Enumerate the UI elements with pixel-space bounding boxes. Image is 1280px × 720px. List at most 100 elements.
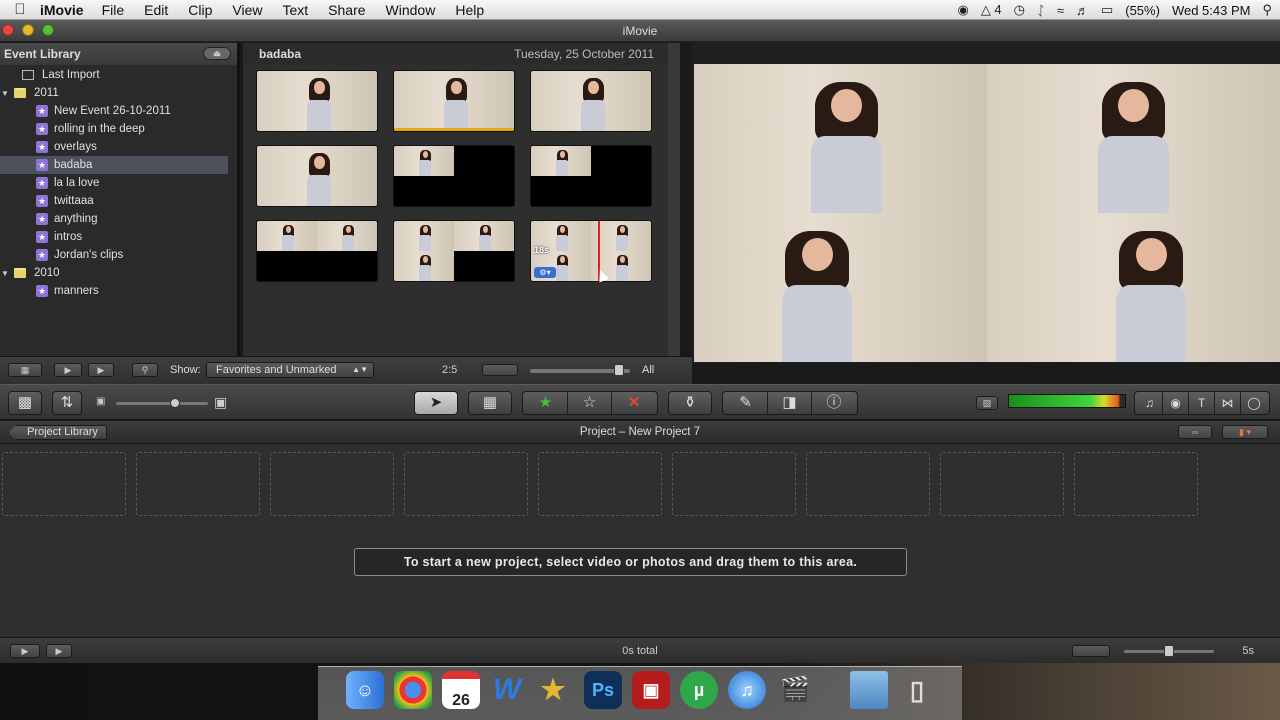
- music-browser-icon[interactable]: ♫: [1137, 392, 1163, 414]
- project-header: Project Library Project – New Project 7 …: [0, 421, 1280, 444]
- apple-menu-icon[interactable]: : [0, 1, 40, 18]
- play-full-screen-button[interactable]: ▶: [54, 363, 82, 377]
- thumbnail-zoom-knob[interactable]: [614, 364, 624, 376]
- clip-thumbnail[interactable]: [530, 145, 652, 207]
- clip-size-knob[interactable]: [170, 398, 180, 408]
- clip-thumbnail[interactable]: [530, 70, 652, 132]
- menu-clock[interactable]: Wed 5:43 PM: [1172, 3, 1251, 18]
- menu-edit[interactable]: Edit: [144, 2, 168, 18]
- thumbnail-duration: 2:5: [442, 364, 458, 376]
- bluetooth-icon[interactable]: ᛇ: [1037, 3, 1045, 18]
- event-item[interactable]: ★ intros: [0, 228, 237, 246]
- thumbnail-size-slider-icon[interactable]: [482, 364, 518, 376]
- event-label: Jordan's clips: [54, 249, 124, 261]
- clip-action-gear-icon[interactable]: ⚙▾: [534, 267, 556, 278]
- calendar-icon[interactable]: 26: [442, 671, 480, 709]
- menu-window[interactable]: Window: [386, 2, 436, 18]
- photoshop-icon[interactable]: Ps: [584, 671, 622, 709]
- year-2011-item[interactable]: ▼ 2011: [0, 84, 237, 102]
- volume-icon[interactable]: ♬: [1076, 3, 1089, 18]
- menu-app-name[interactable]: iMovie: [40, 2, 84, 18]
- event-item[interactable]: ★ la la love: [0, 174, 237, 192]
- waveform-toggle-icon[interactable]: [1072, 645, 1110, 657]
- all-label[interactable]: All: [642, 364, 654, 376]
- crop-icon[interactable]: ◨: [768, 392, 812, 414]
- event-name: badaba: [259, 47, 302, 61]
- clip-thumbnail[interactable]: [393, 220, 515, 282]
- map-browser-icon[interactable]: ◯: [1241, 392, 1267, 414]
- menu-share[interactable]: Share: [328, 2, 365, 18]
- project-zoom-knob[interactable]: [1164, 645, 1174, 657]
- menu-file[interactable]: File: [102, 2, 125, 18]
- event-item[interactable]: ★ rolling in the deep: [0, 120, 237, 138]
- event-item[interactable]: ★ manners: [0, 282, 237, 300]
- project-theme-icon[interactable]: ▮ ▾: [1222, 425, 1268, 439]
- eyedropper-icon[interactable]: ✎: [724, 392, 768, 414]
- event-item[interactable]: ★ twittaaa: [0, 192, 237, 210]
- utorrent-icon[interactable]: µ: [680, 671, 718, 709]
- trash-icon[interactable]: ▯: [898, 671, 936, 709]
- voiceover-icon[interactable]: ▧: [976, 396, 998, 410]
- menu-help[interactable]: Help: [455, 2, 484, 18]
- chrome-icon[interactable]: [394, 671, 432, 709]
- battery-icon[interactable]: ▭: [1101, 2, 1113, 18]
- event-item[interactable]: ★ New Event 26-10-2011: [0, 102, 237, 120]
- clip-thumbnail[interactable]: [393, 145, 515, 207]
- clip-placeholder: [270, 452, 394, 516]
- photo-browser-icon[interactable]: ◉: [1163, 392, 1189, 414]
- show-filter-select[interactable]: Favorites and Unmarked ▲▼: [206, 362, 374, 378]
- select-tool-button[interactable]: ➤: [414, 391, 458, 415]
- show-events-list-button[interactable]: ▦: [8, 363, 42, 377]
- spotlight-search-icon[interactable]: ⚲: [1262, 2, 1272, 18]
- project-view-toggle-icon[interactable]: ▫▫: [1178, 425, 1212, 439]
- clip-thumbnail[interactable]: [256, 220, 378, 282]
- disclosure-triangle-icon[interactable]: ▼: [0, 89, 10, 98]
- imovie-star-icon[interactable]: ★: [534, 671, 572, 709]
- event-item[interactable]: ★ anything: [0, 210, 237, 228]
- last-import-item[interactable]: Last Import: [0, 66, 237, 84]
- menu-view[interactable]: View: [232, 2, 262, 18]
- imovie-clapper-icon[interactable]: 🎬: [776, 671, 814, 709]
- add-to-project-button[interactable]: ▦: [468, 391, 512, 415]
- reject-x-icon[interactable]: ✕: [612, 392, 656, 414]
- clip-thumbnail-selected[interactable]: [393, 70, 515, 132]
- project-drop-area[interactable]: To start a new project, select video or …: [0, 444, 1280, 637]
- window-title-bar: iMovie: [0, 20, 1280, 42]
- browser-toggle-group: ♫ ◉ T ⋈ ◯: [1134, 391, 1270, 415]
- folder-stack-icon[interactable]: [850, 671, 888, 709]
- clip-thumbnail-hovered[interactable]: 18s ⚙▾: [530, 220, 652, 282]
- menu-text[interactable]: Text: [282, 2, 308, 18]
- event-item[interactable]: ★ Jordan's clips: [0, 246, 237, 264]
- title-browser-icon[interactable]: T: [1189, 392, 1215, 414]
- disclosure-triangle-icon[interactable]: ▼: [0, 269, 10, 278]
- clip-placeholder: [2, 452, 126, 516]
- clip-size-slider[interactable]: [116, 402, 208, 405]
- time-machine-icon[interactable]: ◷: [1014, 2, 1025, 18]
- mark-favorite-star-icon[interactable]: ★: [524, 392, 568, 414]
- swap-events-projects-icon[interactable]: ⇅: [52, 391, 82, 415]
- transition-browser-icon[interactable]: ⋈: [1215, 392, 1241, 414]
- unmark-star-icon[interactable]: ☆: [568, 392, 612, 414]
- eject-icon[interactable]: ⏏: [203, 47, 231, 60]
- photo-booth-icon[interactable]: ▣: [632, 671, 670, 709]
- info-icon[interactable]: ⓘ: [812, 392, 856, 414]
- event-label: rolling in the deep: [54, 123, 145, 135]
- adobe-updater-icon[interactable]: △ 4: [981, 2, 1002, 18]
- clip-thumbnail[interactable]: [256, 70, 378, 132]
- word-icon[interactable]: W: [488, 671, 526, 709]
- clip-placeholder: [136, 452, 260, 516]
- event-item[interactable]: ★ overlays: [0, 138, 237, 156]
- event-item-selected[interactable]: ★ badaba: [0, 156, 228, 174]
- clip-thumbnail[interactable]: [256, 145, 378, 207]
- finder-icon[interactable]: ☺: [346, 671, 384, 709]
- itunes-icon[interactable]: ♫: [728, 671, 766, 709]
- play-event-button[interactable]: ▶: [88, 363, 114, 377]
- keyword-tool-button[interactable]: ⚱: [668, 391, 712, 415]
- viewer-panel: [692, 43, 1280, 363]
- search-icon[interactable]: ⚲: [132, 363, 158, 377]
- year-2010-item[interactable]: ▼ 2010: [0, 264, 237, 282]
- menu-clip[interactable]: Clip: [188, 2, 212, 18]
- wifi-icon[interactable]: ≈: [1057, 3, 1064, 18]
- screen-recorder-icon[interactable]: ◉: [957, 2, 968, 18]
- camera-import-icon[interactable]: ▩: [8, 391, 42, 415]
